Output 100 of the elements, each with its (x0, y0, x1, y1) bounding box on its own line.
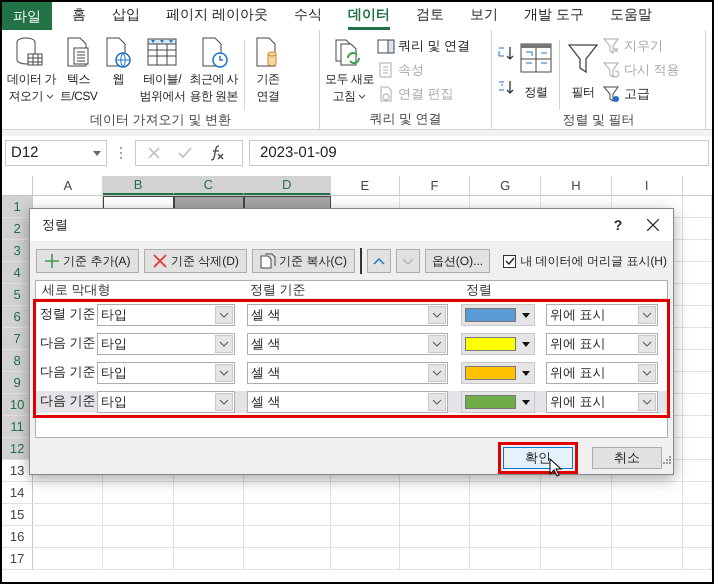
ribbon-button[interactable]: 텍스 트/CSV (58, 36, 98, 105)
chevron-down-icon (219, 370, 229, 376)
ribbon-button[interactable]: 테이블/ 범위에서 (138, 36, 186, 105)
column-header[interactable]: C (174, 176, 244, 195)
ribbon-tab[interactable]: 개발 도구 (524, 2, 584, 30)
sort-level-row[interactable]: 정렬 기준 타입 셀 색 위에 표시 (36, 304, 667, 326)
close-button[interactable] (645, 217, 661, 233)
chevron-down-icon (642, 312, 652, 318)
ribbon-button[interactable]: 필터 (565, 36, 601, 101)
dropdown-icon (522, 312, 530, 318)
ribbon-tab[interactable]: 검토 (416, 2, 444, 30)
sort-level-row[interactable]: 다음 기준 타입 셀 색 위에 표시 (36, 333, 667, 355)
sort-on-dropdown[interactable]: 셀 색 (247, 304, 448, 326)
ribbon-button[interactable]: 쿼리 및 연결 (376, 36, 470, 56)
level-label: 정렬 기준 (39, 305, 97, 323)
chevron-up-icon (372, 256, 385, 266)
dropdown-icon (522, 342, 530, 346)
panel-icon (376, 38, 395, 54)
ribbon-tab[interactable]: 도움말 (610, 2, 652, 30)
file-tab[interactable]: 파일 (2, 2, 52, 30)
column-dropdown[interactable]: 타입 (97, 362, 235, 384)
group-label: 정렬 및 필터 (561, 111, 636, 129)
column-heading: 정렬 (466, 280, 493, 299)
cancel-icon (148, 147, 160, 159)
chevron-down-icon (219, 341, 229, 347)
check-icon (178, 147, 192, 159)
ribbon-button[interactable]: 최근에 사 용한 원본 (188, 36, 240, 105)
delete-icon (152, 253, 168, 269)
filter-gear-icon (603, 86, 621, 102)
help-button[interactable]: ? (603, 214, 633, 236)
sort-on-dropdown[interactable]: 셀 색 (247, 391, 448, 413)
chevron-down-icon (219, 312, 229, 318)
sort-level-row[interactable]: 다음 기준 타입 셀 색 위에 표시 (36, 391, 667, 413)
cancel-button[interactable]: 취소 (592, 447, 662, 469)
plus-icon (44, 253, 60, 269)
ribbon-button[interactable]: 웹 (100, 36, 136, 88)
ribbon-button[interactable]: 기존 연결 (250, 36, 286, 105)
color-dropdown[interactable] (461, 391, 535, 413)
mouse-cursor-icon (549, 458, 563, 478)
level-label: 다음 기준 (39, 334, 97, 352)
copy-icon (260, 253, 276, 269)
chevron-down-icon (432, 312, 442, 318)
filter-reapply-icon (603, 62, 621, 78)
options-button[interactable]: 옵션(O)... (424, 249, 490, 273)
row-header[interactable]: 1 (2, 196, 34, 217)
chevron-down-icon (642, 370, 652, 376)
dropdown-icon (522, 370, 530, 376)
sort-icon (519, 42, 553, 74)
sort-level-row[interactable]: 다음 기준 타입 셀 색 위에 표시 (36, 362, 667, 384)
column-header[interactable]: I (612, 176, 683, 195)
order-dropdown[interactable]: 위에 표시 (546, 304, 658, 326)
group-label: 데이터 가져오기 및 변환 (89, 111, 232, 129)
filter-icon (566, 42, 600, 74)
chevron-down-icon (432, 370, 442, 376)
column-dropdown[interactable]: 타입 (97, 391, 235, 413)
ribbon-button[interactable]: 정렬 (518, 36, 554, 101)
ribbon-tab[interactable]: 홈 (72, 2, 86, 30)
order-dropdown[interactable]: 위에 표시 (546, 362, 658, 384)
formula-field[interactable]: 2023-01-09 (249, 140, 709, 166)
dropdown-icon (93, 150, 101, 156)
add-level-button[interactable]: 기준 추가(A) (36, 249, 139, 273)
column-header[interactable]: E (330, 176, 400, 195)
function-icon (210, 145, 224, 161)
sort-descending-button[interactable] (496, 78, 516, 96)
column-heading: 세로 막대형 (41, 280, 112, 299)
filter-clear-icon (603, 38, 621, 54)
name-box[interactable]: D12 (5, 140, 107, 166)
copy-level-button[interactable]: 기준 복사(C) (252, 249, 355, 273)
order-dropdown[interactable]: 위에 표시 (546, 391, 658, 413)
checkbox[interactable] (503, 254, 516, 268)
ribbon-tab[interactable]: 삽입 (112, 2, 140, 30)
color-dropdown[interactable] (461, 362, 535, 384)
chevron-down-icon (642, 341, 652, 347)
color-dropdown[interactable] (461, 304, 535, 326)
column-heading: 정렬 기준 (250, 280, 307, 299)
ribbon-tab[interactable]: 수식 (294, 2, 322, 30)
group-label: 쿼리 및 연결 (368, 110, 443, 128)
ribbon-tab[interactable]: 보기 (470, 2, 498, 30)
column-dropdown[interactable]: 타입 (97, 304, 235, 326)
ribbon-button[interactable]: 데이터 가 져오기 (6, 36, 57, 105)
chevron-down-icon (642, 399, 652, 405)
ribbon-tab[interactable]: 페이지 레이아웃 (166, 2, 268, 30)
ribbon-button[interactable]: 모두 새로 고침 (324, 36, 375, 105)
column-dropdown[interactable]: 타입 (97, 333, 235, 355)
ribbon-button[interactable]: 고급 (603, 84, 680, 104)
dialog-title: 정렬 (42, 216, 69, 234)
move-up-button[interactable] (366, 249, 391, 273)
sort-on-dropdown[interactable]: 셀 색 (247, 362, 448, 384)
color-dropdown[interactable] (461, 333, 535, 355)
sort-on-dropdown[interactable]: 셀 색 (247, 333, 448, 355)
column-header[interactable]: D (244, 176, 331, 195)
level-label: 다음 기준 (39, 392, 97, 410)
sort-ascending-button[interactable] (496, 44, 516, 62)
chevron-down-icon (219, 399, 229, 405)
ok-button[interactable]: 확인 (503, 447, 573, 469)
delete-level-button[interactable]: 기준 삭제(D) (144, 249, 248, 273)
resize-grip-icon (663, 456, 671, 464)
column-header[interactable]: B (103, 176, 174, 195)
order-dropdown[interactable]: 위에 표시 (546, 333, 658, 355)
chevron-down-icon (432, 399, 442, 405)
